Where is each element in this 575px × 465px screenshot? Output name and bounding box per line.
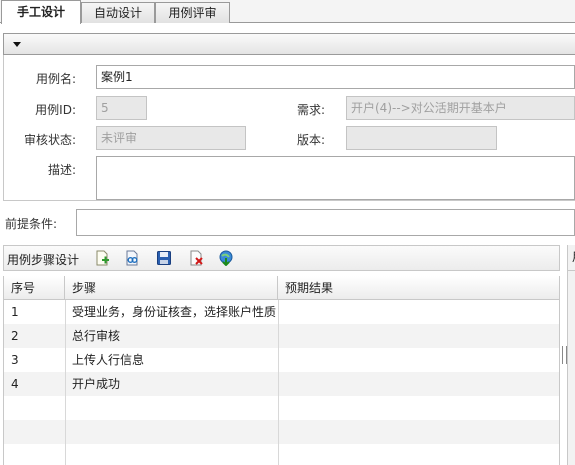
cell-no: 3	[11, 353, 19, 367]
table-row-empty[interactable]	[4, 420, 559, 444]
cell-no: 2	[11, 329, 19, 343]
cell-expected[interactable]	[278, 324, 559, 348]
add-step-icon[interactable]	[94, 250, 110, 266]
cell-step[interactable]: 总行审核	[65, 324, 278, 348]
tab-auto-design[interactable]: 自动设计	[81, 2, 155, 23]
splitter-grip[interactable]	[562, 346, 567, 364]
case-name-input[interactable]: 案例1	[96, 65, 575, 89]
import-icon[interactable]	[218, 250, 234, 266]
steps-toolbar: 用例步骤设计	[3, 245, 560, 271]
cell-expected[interactable]	[278, 300, 559, 324]
side-panel-header: 用	[568, 245, 575, 271]
column-divider	[65, 300, 66, 465]
description-label: 描述:	[47, 163, 76, 177]
column-divider	[278, 300, 279, 465]
review-status-label: 审核状态:	[23, 133, 76, 147]
cell-step[interactable]: 上传人行信息	[65, 348, 278, 372]
tab-case-review[interactable]: 用例评审	[155, 2, 230, 23]
table-row[interactable]: 1 受理业务，身份证核查，选择账户性质	[4, 300, 559, 324]
tab-manual-design[interactable]: 手工设计	[1, 0, 81, 24]
save-icon[interactable]	[156, 250, 172, 266]
review-status-input: 未评审	[96, 126, 246, 150]
cell-no: 4	[11, 377, 19, 391]
cell-no: 1	[11, 305, 19, 319]
description-textarea[interactable]	[96, 156, 575, 200]
column-header-no[interactable]: 序号	[4, 276, 65, 300]
precondition-input[interactable]	[76, 209, 575, 236]
steps-panel-title: 用例步骤设计	[7, 253, 80, 267]
table-row-empty[interactable]	[4, 444, 559, 465]
delete-icon[interactable]	[188, 250, 204, 266]
side-panel: 用	[567, 245, 575, 465]
cell-step[interactable]: 开户成功	[65, 372, 278, 396]
cell-expected[interactable]	[278, 348, 559, 372]
table-row[interactable]: 2 总行审核	[4, 324, 559, 348]
case-id-label: 用例ID:	[35, 103, 76, 117]
requirement-input: 开户(4)-->对公活期开基本户	[346, 96, 575, 120]
column-header-expected[interactable]: 预期结果	[278, 276, 559, 300]
table-row[interactable]: 3 上传人行信息	[4, 348, 559, 372]
caret-down-icon[interactable]	[13, 42, 21, 47]
version-label: 版本:	[296, 133, 325, 147]
steps-grid: 序号 步骤 预期结果 1 受理业务，身份证核查，选择账户性质 2 总行审核 3 …	[3, 276, 560, 465]
case-name-label: 用例名:	[35, 72, 76, 86]
version-input	[346, 126, 497, 150]
table-row[interactable]: 4 开户成功	[4, 372, 559, 396]
table-row-empty[interactable]	[4, 396, 559, 420]
precondition-label: 前提条件:	[5, 217, 58, 231]
column-header-step[interactable]: 步骤	[65, 276, 278, 300]
collapse-toolbar[interactable]	[3, 33, 575, 55]
case-id-input: 5	[96, 96, 147, 120]
cell-expected[interactable]	[278, 372, 559, 396]
link-step-icon[interactable]	[124, 250, 140, 266]
cell-step[interactable]: 受理业务，身份证核查，选择账户性质	[65, 300, 278, 324]
tab-bar: 手工设计 自动设计 用例评审	[0, 0, 575, 24]
requirement-label: 需求:	[296, 103, 325, 117]
grid-header: 序号 步骤 预期结果	[4, 276, 559, 300]
